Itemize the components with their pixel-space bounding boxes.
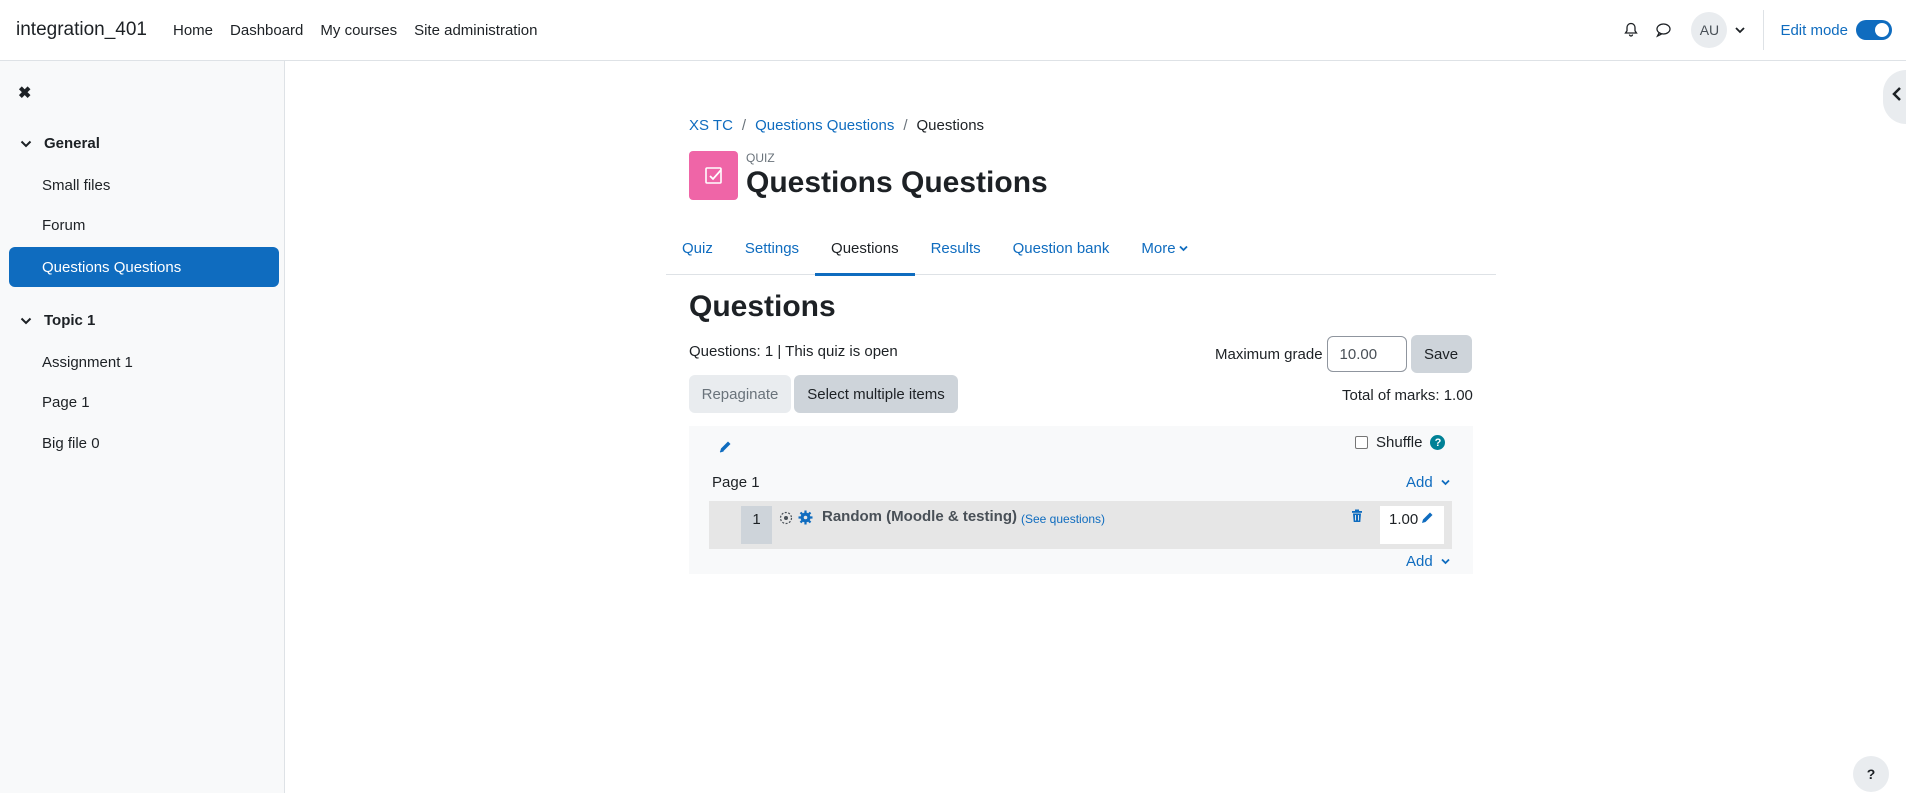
save-button[interactable]: Save xyxy=(1410,335,1472,373)
help-button[interactable]: ? xyxy=(1853,756,1889,792)
max-grade-input[interactable]: 10.00 xyxy=(1326,336,1407,372)
top-navbar: integration_401 Home Dashboard My course… xyxy=(0,0,1906,61)
section-heading: Questions xyxy=(689,290,836,323)
section-general[interactable]: General xyxy=(20,135,100,152)
add-menu-top[interactable]: Add xyxy=(1406,474,1450,491)
drawer-item-small-files[interactable]: Small files xyxy=(42,177,110,194)
block-drawer-toggle[interactable] xyxy=(1883,70,1906,124)
breadcrumb-current: Questions xyxy=(916,117,985,134)
navbar-divider xyxy=(1763,10,1765,50)
see-questions-link[interactable]: (See questions) xyxy=(1021,512,1105,526)
help-icon[interactable]: ? xyxy=(1430,435,1446,450)
question-number: 1 xyxy=(741,506,772,544)
close-drawer-icon[interactable]: ✖ xyxy=(18,83,31,103)
max-grade-label: Maximum grade xyxy=(1215,345,1323,363)
quiz-status-text: Questions: 1 | This quiz is open xyxy=(689,343,898,360)
chevron-down-icon xyxy=(1441,479,1450,486)
breadcrumb-quiz[interactable]: Questions Questions xyxy=(755,117,894,134)
nav-dashboard[interactable]: Dashboard xyxy=(230,22,303,39)
quiz-activity-icon xyxy=(689,151,738,200)
shuffle-checkbox[interactable] xyxy=(1355,436,1368,449)
chevron-left-icon xyxy=(1891,86,1903,102)
add-menu-bottom[interactable]: Add xyxy=(1406,553,1450,570)
breadcrumb-separator: / xyxy=(741,117,747,134)
tab-results[interactable]: Results xyxy=(915,222,997,275)
section-title: General xyxy=(44,135,100,152)
question-title[interactable]: Random (Moodle & testing) xyxy=(822,508,1017,525)
secondary-navigation: Quiz Settings Questions Results Question… xyxy=(666,222,1496,276)
gear-icon[interactable] xyxy=(798,510,813,525)
tab-settings[interactable]: Settings xyxy=(729,222,815,275)
tab-quiz[interactable]: Quiz xyxy=(666,222,729,275)
edit-mark-pencil-icon[interactable] xyxy=(1420,511,1434,525)
section-topic-1[interactable]: Topic 1 xyxy=(20,312,95,329)
select-multiple-button[interactable]: Select multiple items xyxy=(794,375,958,413)
drawer-item-questions-questions[interactable]: Questions Questions xyxy=(9,247,279,287)
add-label: Add xyxy=(1406,474,1433,491)
activity-type-label: QUIZ xyxy=(746,151,775,165)
site-brand[interactable]: integration_401 xyxy=(16,19,147,41)
chevron-down-icon xyxy=(20,317,32,325)
trash-icon[interactable] xyxy=(1351,509,1363,523)
tab-question-bank[interactable]: Question bank xyxy=(997,222,1126,275)
breadcrumb: XS TC / Questions Questions / Questions xyxy=(689,117,984,134)
breadcrumb-course[interactable]: XS TC xyxy=(689,117,733,134)
tab-questions[interactable]: Questions xyxy=(815,222,915,276)
course-index-drawer: ✖ General Small files Forum Questions Qu… xyxy=(0,61,285,793)
tab-more[interactable]: More xyxy=(1125,222,1203,275)
question-mark: 1.00 xyxy=(1380,506,1444,544)
drawer-item-forum[interactable]: Forum xyxy=(42,217,85,234)
primary-navigation: Home Dashboard My courses Site administr… xyxy=(173,22,555,39)
max-grade-form: Maximum grade 10.00 Save xyxy=(1215,335,1472,373)
drawer-item-page-1[interactable]: Page 1 xyxy=(42,394,90,411)
page-label: Page 1 xyxy=(712,474,760,491)
user-avatar[interactable]: AU xyxy=(1691,12,1728,48)
total-marks: Total of marks: 1.00 xyxy=(1342,387,1473,404)
drawer-item-label: Questions Questions xyxy=(42,258,182,276)
random-question-icon xyxy=(779,511,793,525)
chevron-down-icon xyxy=(1178,245,1188,252)
edit-mode-toggle[interactable] xyxy=(1856,20,1892,40)
mark-value: 1.00 xyxy=(1389,511,1419,528)
breadcrumb-separator: / xyxy=(903,117,908,134)
edit-mode-label[interactable]: Edit mode xyxy=(1780,22,1848,39)
edit-section-pencil-icon[interactable] xyxy=(718,440,732,454)
tab-more-label: More xyxy=(1141,240,1176,257)
shuffle-control: Shuffle ? xyxy=(1355,434,1446,451)
nav-my-courses[interactable]: My courses xyxy=(320,22,397,39)
section-title: Topic 1 xyxy=(44,312,96,329)
chevron-down-icon xyxy=(1441,558,1450,565)
add-label: Add xyxy=(1406,553,1433,570)
nav-home[interactable]: Home xyxy=(173,22,213,39)
messages-chat-icon[interactable] xyxy=(1653,20,1673,40)
drawer-item-big-file-0[interactable]: Big file 0 xyxy=(42,435,100,452)
drawer-item-assignment-1[interactable]: Assignment 1 xyxy=(42,354,133,371)
nav-site-administration[interactable]: Site administration xyxy=(414,22,537,39)
user-menu-chevron-down-icon[interactable] xyxy=(1735,26,1746,34)
chevron-down-icon xyxy=(20,140,32,148)
question-row: 1 Random (Moodle & testing) (See questio… xyxy=(709,501,1452,549)
repaginate-button[interactable]: Repaginate xyxy=(689,375,791,413)
shuffle-label: Shuffle xyxy=(1376,434,1423,451)
page-title: Questions Questions xyxy=(746,166,1048,199)
question-panel: Shuffle ? Page 1 Add 1 Random (Moodle & … xyxy=(689,426,1473,574)
notifications-bell-icon[interactable] xyxy=(1621,20,1641,40)
